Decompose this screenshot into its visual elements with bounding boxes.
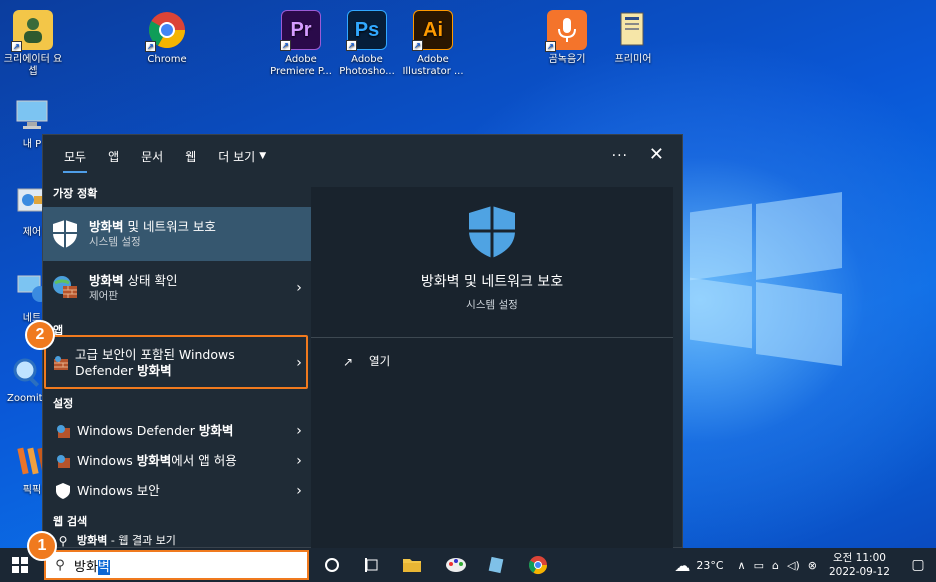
task-view-button[interactable] xyxy=(352,548,392,582)
taskbar-chrome[interactable] xyxy=(518,548,558,582)
premiere-icon: Pr ↗ xyxy=(280,10,321,51)
status-icon[interactable]: ⊗ xyxy=(808,559,817,572)
step-marker-2: 2 xyxy=(25,320,55,350)
chrome-icon: ↗ xyxy=(145,10,187,52)
cortana-button[interactable] xyxy=(312,548,352,582)
result-firewall-network-protection[interactable]: 방화벽 및 네트워크 보호 시스템 설정 xyxy=(43,207,311,261)
section-best-match: 가장 정확 xyxy=(53,187,98,200)
taskbar-file-explorer[interactable] xyxy=(392,548,432,582)
task-view-icon xyxy=(365,558,378,572)
chevron-up-icon[interactable]: ∧ xyxy=(738,559,746,572)
shield-icon xyxy=(55,483,71,499)
taskbar-paint[interactable] xyxy=(436,548,476,582)
palette-icon xyxy=(446,558,466,572)
chevron-right-icon[interactable]: › xyxy=(287,453,311,469)
more-options-button[interactable]: ··· xyxy=(612,148,628,164)
desktop-icon-premiere-folder[interactable]: 프리미어 xyxy=(600,10,666,66)
search-tabs: 모두 앱 문서 웹 더 보기 ▼ xyxy=(43,135,682,177)
chevron-right-icon[interactable]: › xyxy=(287,280,311,296)
photoshop-icon: Ps ↗ xyxy=(346,10,387,51)
chevron-down-icon: ▼ xyxy=(259,151,267,161)
tab-web[interactable]: 웹 xyxy=(174,135,207,177)
desktop-icon-premiere[interactable]: Pr ↗ Adobe Premiere P... xyxy=(268,10,334,78)
shield-icon xyxy=(51,220,79,248)
search-icon: ⚲ xyxy=(58,534,68,548)
folder-icon xyxy=(403,559,421,572)
desktop-icon-illustrator[interactable]: Ai ↗ Adobe Illustrator ... xyxy=(400,10,466,78)
user-folder-icon: ↗ xyxy=(11,10,53,52)
document-icon xyxy=(613,10,653,50)
result-allow-app-through-firewall[interactable]: Windows 방화벽에서 앱 허용 › xyxy=(43,447,311,475)
close-button[interactable]: ✕ xyxy=(649,144,664,165)
preview-title: 방화벽 및 네트워크 보호 xyxy=(420,274,564,290)
preview-subtitle: 시스템 설정 xyxy=(466,299,518,311)
meeting-icon[interactable]: ▭ xyxy=(754,559,764,572)
wallpaper-logo-pane xyxy=(756,281,842,367)
note-icon xyxy=(488,556,504,574)
section-web-search: 웹 검색 xyxy=(53,515,88,528)
computer-icon xyxy=(14,98,50,132)
system-tray: ☁ 23°C ∧ ▭ ⌂ ◁) ⊗ 오전 11:00 2022-09-12 ▢ xyxy=(674,548,936,582)
preview-pane: 방화벽 및 네트워크 보호 시스템 설정 ↗ 열기 xyxy=(311,187,673,549)
cloud-icon: ☁ xyxy=(674,555,691,575)
volume-icon[interactable]: ◁) xyxy=(787,559,800,572)
result-firewall-status[interactable]: 방화벽 상태 확인 제어판 › xyxy=(43,261,311,315)
open-external-icon: ↗ xyxy=(343,355,354,369)
search-icon: ⚲ xyxy=(55,557,65,573)
desktop-icon-photoshop[interactable]: Ps ↗ Adobe Photosho... xyxy=(334,10,400,78)
open-button[interactable]: ↗ 열기 xyxy=(343,353,390,369)
result-windows-defender-firewall[interactable]: Windows Defender 방화벽 › xyxy=(43,417,311,445)
tab-documents[interactable]: 문서 xyxy=(130,135,174,177)
firewall-icon xyxy=(55,423,71,439)
notification-icon[interactable]: ▢ xyxy=(900,557,936,573)
chevron-right-icon[interactable]: › xyxy=(287,423,311,439)
microphone-icon: ↗ xyxy=(545,10,587,52)
result-windows-security[interactable]: Windows 보안 › xyxy=(43,477,311,505)
magnifier-icon xyxy=(10,356,46,390)
desktop-icon-chrome[interactable]: ↗ Chrome xyxy=(134,10,200,66)
result-web-search[interactable]: ⚲ 방화벽 - 웹 결과 보기 xyxy=(43,533,311,549)
circle-icon xyxy=(325,558,339,572)
desktop-icon-creator[interactable]: ↗ 크리에이터 요셉 xyxy=(0,10,66,78)
windows-logo-icon xyxy=(12,557,28,573)
chevron-right-icon[interactable]: › xyxy=(287,483,311,499)
clock[interactable]: 오전 11:00 2022-09-12 xyxy=(829,551,890,579)
firewall-icon xyxy=(55,453,71,469)
network-icon[interactable]: ⌂ xyxy=(772,559,779,572)
wallpaper-logo-pane xyxy=(690,277,752,349)
divider xyxy=(311,337,673,338)
illustrator-icon: Ai ↗ xyxy=(412,10,453,51)
wallpaper-logo-pane xyxy=(756,191,842,281)
firewall-globe-icon xyxy=(51,274,79,302)
taskbar: ⚲ 방화벽 ☁ 23°C ∧ ▭ ⌂ ◁) ⊗ 오전 11:00 2022-09… xyxy=(0,548,936,582)
tab-all[interactable]: 모두 xyxy=(53,135,97,177)
step-marker-1: 1 xyxy=(27,531,57,561)
shield-icon xyxy=(468,205,516,262)
chrome-icon xyxy=(528,556,547,575)
tab-apps[interactable]: 앱 xyxy=(97,135,130,177)
desktop-icon-gomrecorder[interactable]: ↗ 곰녹음기 xyxy=(534,10,600,66)
search-input[interactable]: ⚲ 방화벽 xyxy=(44,550,309,580)
tab-more[interactable]: 더 보기 ▼ xyxy=(207,135,277,177)
weather-widget[interactable]: ☁ 23°C xyxy=(674,556,723,575)
wallpaper-logo-pane xyxy=(690,203,752,281)
section-settings: 설정 xyxy=(53,397,74,410)
highlight-app-result xyxy=(44,335,308,389)
taskbar-notes[interactable] xyxy=(476,548,516,582)
